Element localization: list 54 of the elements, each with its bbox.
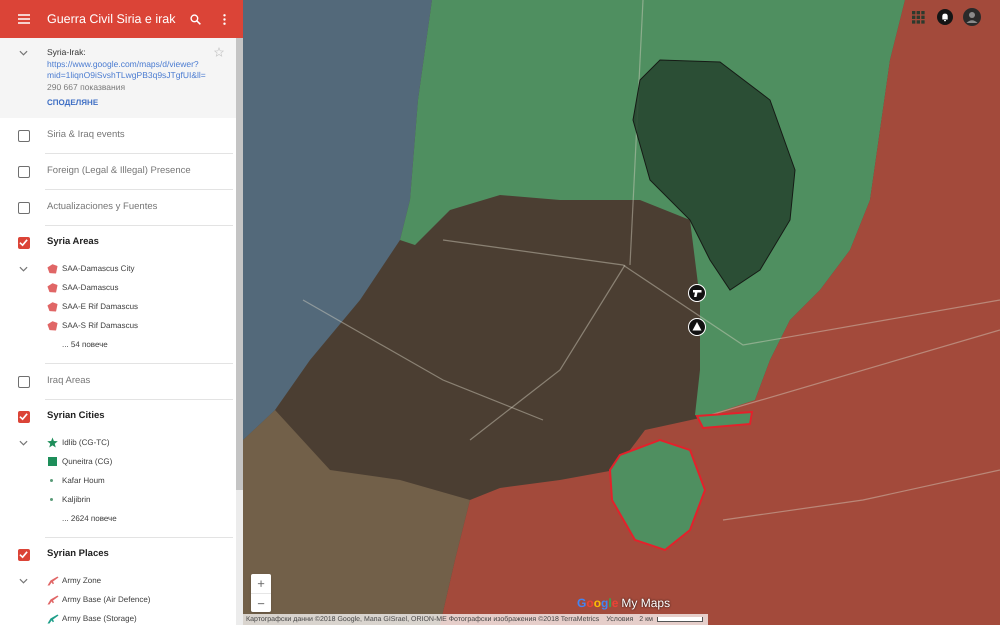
- layer-item[interactable]: Quneitra (CG): [62, 456, 112, 468]
- map-link[interactable]: https://www.google.com/maps/d/viewer? mid=1liqnO9iSvshTLwgPB3q9sJTgfUI&ll=: [47, 59, 206, 80]
- outlined-region: [695, 410, 754, 430]
- chevron-down-icon[interactable]: [19, 50, 28, 56]
- checkbox[interactable]: [18, 376, 30, 388]
- checkbox[interactable]: [18, 202, 30, 214]
- layer-item[interactable]: SAA-E Rif Damascus: [62, 300, 138, 312]
- avatar-icon[interactable]: [963, 8, 981, 26]
- checkmark-icon: [19, 238, 28, 247]
- checkbox[interactable]: [18, 236, 30, 248]
- pistol-marker-icon[interactable]: [688, 284, 706, 302]
- layer-name[interactable]: Actualizaciones y Fuentes: [47, 200, 158, 215]
- share-button[interactable]: СПОДЕЛЯНЕ: [47, 97, 98, 108]
- checkbox[interactable]: [18, 130, 30, 142]
- scrollbar-thumb[interactable]: [236, 38, 243, 490]
- layer-item[interactable]: Army Base (Storage): [62, 612, 137, 624]
- layer-name[interactable]: Siria & Iraq events: [47, 128, 125, 143]
- checkmark-icon: [19, 550, 28, 559]
- scale-bar: [657, 617, 703, 622]
- star-outline-icon[interactable]: [214, 47, 224, 57]
- layer-name[interactable]: Syrian Cities: [47, 409, 105, 424]
- view-count: 290 667 показвания: [47, 81, 126, 93]
- zoom-in-button[interactable]: +: [251, 574, 271, 593]
- layer-name[interactable]: Syria Areas: [47, 235, 99, 250]
- search-icon[interactable]: [190, 14, 201, 24]
- layer-item[interactable]: SAA-Damascus: [62, 282, 118, 294]
- map-title: Guerra Civil Siria e irak: [47, 10, 176, 28]
- more-link[interactable]: ... 2624 повече: [62, 512, 117, 524]
- layer-item[interactable]: Army Base (Air Defence): [62, 594, 150, 606]
- chevron-down-icon[interactable]: [19, 266, 28, 272]
- layer-name[interactable]: Foreign (Legal & Illegal) Presence: [47, 164, 191, 179]
- chevron-down-icon[interactable]: [19, 578, 28, 584]
- layer-item[interactable]: SAA-Damascus City: [62, 262, 134, 274]
- layer-item[interactable]: SAA-S Rif Damascus: [62, 320, 138, 332]
- checkbox[interactable]: [18, 410, 30, 422]
- zoom-out-button[interactable]: −: [251, 593, 271, 612]
- bell-icon[interactable]: [937, 9, 953, 25]
- layer-item[interactable]: Kafar Houm: [62, 474, 105, 486]
- layer-item[interactable]: Army Zone: [62, 574, 102, 586]
- layer-item[interactable]: Kaljibrin: [62, 494, 90, 506]
- layer-name[interactable]: Iraq Areas: [47, 374, 90, 389]
- layer-item[interactable]: Idlib (CG-TC): [62, 436, 110, 448]
- scrollbar[interactable]: [236, 38, 243, 625]
- checkmark-icon: [19, 412, 28, 421]
- layer-name[interactable]: Syrian Places: [47, 547, 109, 562]
- more-link[interactable]: ... 54 повече: [62, 338, 108, 350]
- checkbox[interactable]: [18, 548, 30, 560]
- more-vertical-icon[interactable]: [223, 14, 226, 24]
- map-name: Syria-Irak:: [47, 46, 86, 58]
- checkbox[interactable]: [18, 166, 30, 178]
- menu-icon[interactable]: [18, 14, 30, 24]
- mountain-marker-icon[interactable]: [688, 318, 706, 336]
- chevron-down-icon[interactable]: [19, 440, 28, 446]
- maps-logo: Google My Maps: [577, 597, 670, 610]
